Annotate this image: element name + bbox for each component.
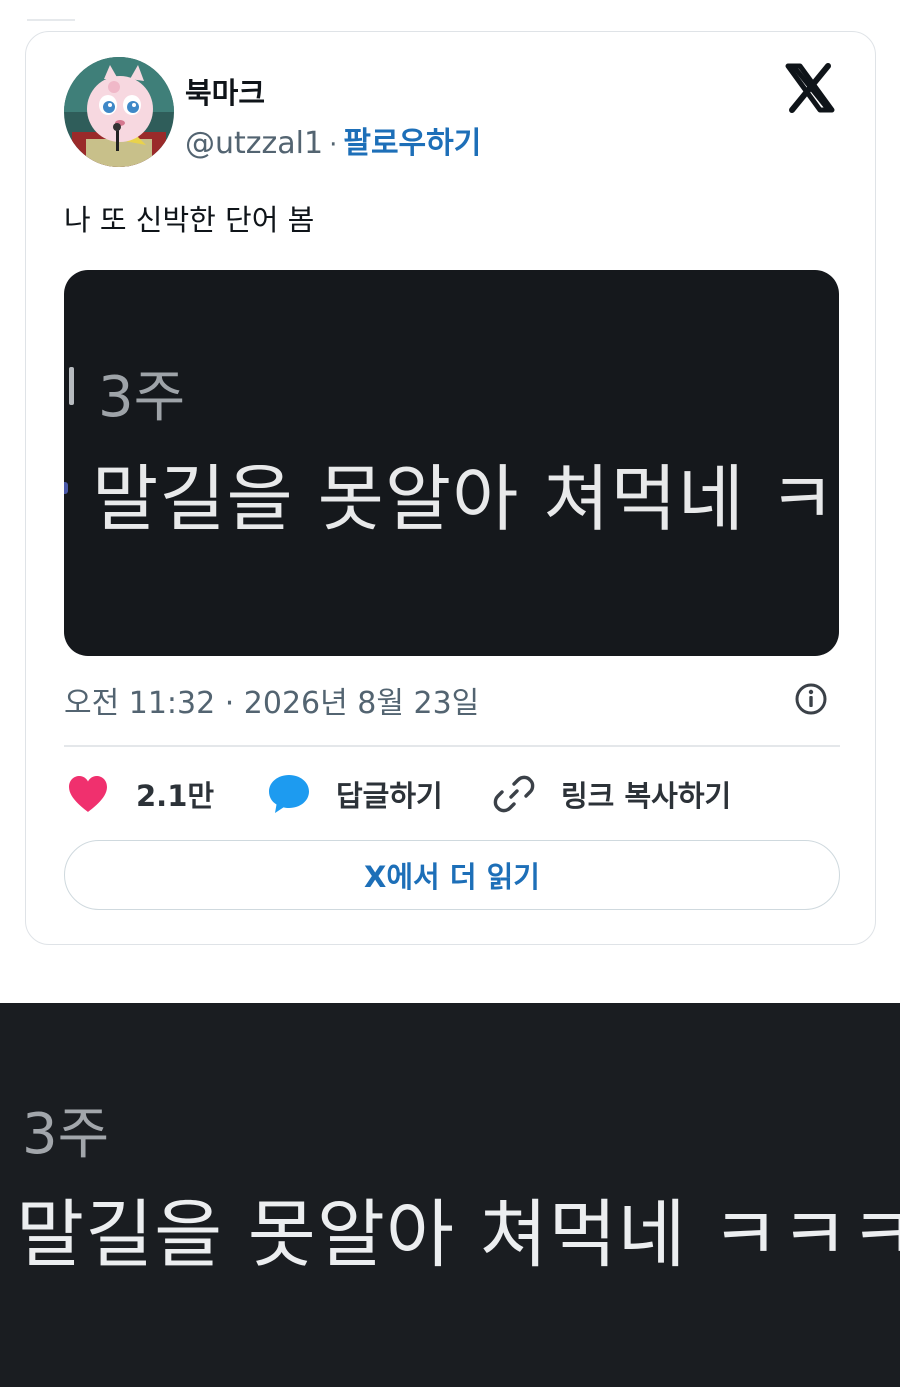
divider xyxy=(64,745,840,747)
handle-row: @utzzal1 · 팔로우하기 xyxy=(185,118,481,162)
info-icon[interactable] xyxy=(794,682,828,716)
tweet-timestamp[interactable]: 오전 11:32 · 2026년 8월 23일 xyxy=(64,678,479,722)
x-logo-icon[interactable] xyxy=(782,60,838,116)
copy-link-button[interactable]: 링크 복사하기 xyxy=(493,770,731,818)
like-button[interactable]: 2.1만 xyxy=(66,770,214,818)
copy-link-label: 링크 복사하기 xyxy=(561,779,732,813)
avatar[interactable] xyxy=(64,57,174,167)
separator-dot: · xyxy=(329,130,338,160)
read-more-on-x-button[interactable]: X에서 더 읽기 xyxy=(64,840,840,910)
tweet-media-image[interactable]: 3주 말길을 못알아 쳐먹네 ㅋㅋ xyxy=(64,270,839,656)
user-handle[interactable]: @utzzal1 xyxy=(185,126,323,161)
display-name[interactable]: 북마크 xyxy=(185,70,265,112)
media-left-bar xyxy=(69,367,74,405)
top-divider xyxy=(27,19,75,21)
media-time-ago: 3주 xyxy=(98,365,186,430)
bottom-comment-text: 말길을 못알아 쳐먹네 ㅋㅋㅋㅋ xyxy=(16,1192,900,1278)
reply-label: 답글하기 xyxy=(336,779,443,813)
heart-icon xyxy=(69,776,107,812)
follow-button[interactable]: 팔로우하기 xyxy=(343,126,481,161)
link-icon xyxy=(493,775,535,813)
comment-screenshot-image: 3주 말길을 못알아 쳐먹네 ㅋㅋㅋㅋ xyxy=(0,1003,900,1387)
media-left-mark xyxy=(64,482,68,494)
like-count: 2.1만 xyxy=(136,779,215,813)
speech-bubble-icon xyxy=(269,775,309,813)
bottom-time-ago: 3주 xyxy=(22,1102,110,1167)
tweet-text: 나 또 신박한 단어 봄 xyxy=(64,203,315,237)
reply-button[interactable]: 답글하기 xyxy=(266,770,443,818)
embedded-tweet-card: 북마크 @utzzal1 · 팔로우하기 나 또 신박한 단어 봄 3주 말길을 못… xyxy=(25,31,876,945)
media-comment-text: 말길을 못알아 쳐먹네 ㅋㅋ xyxy=(92,457,839,541)
